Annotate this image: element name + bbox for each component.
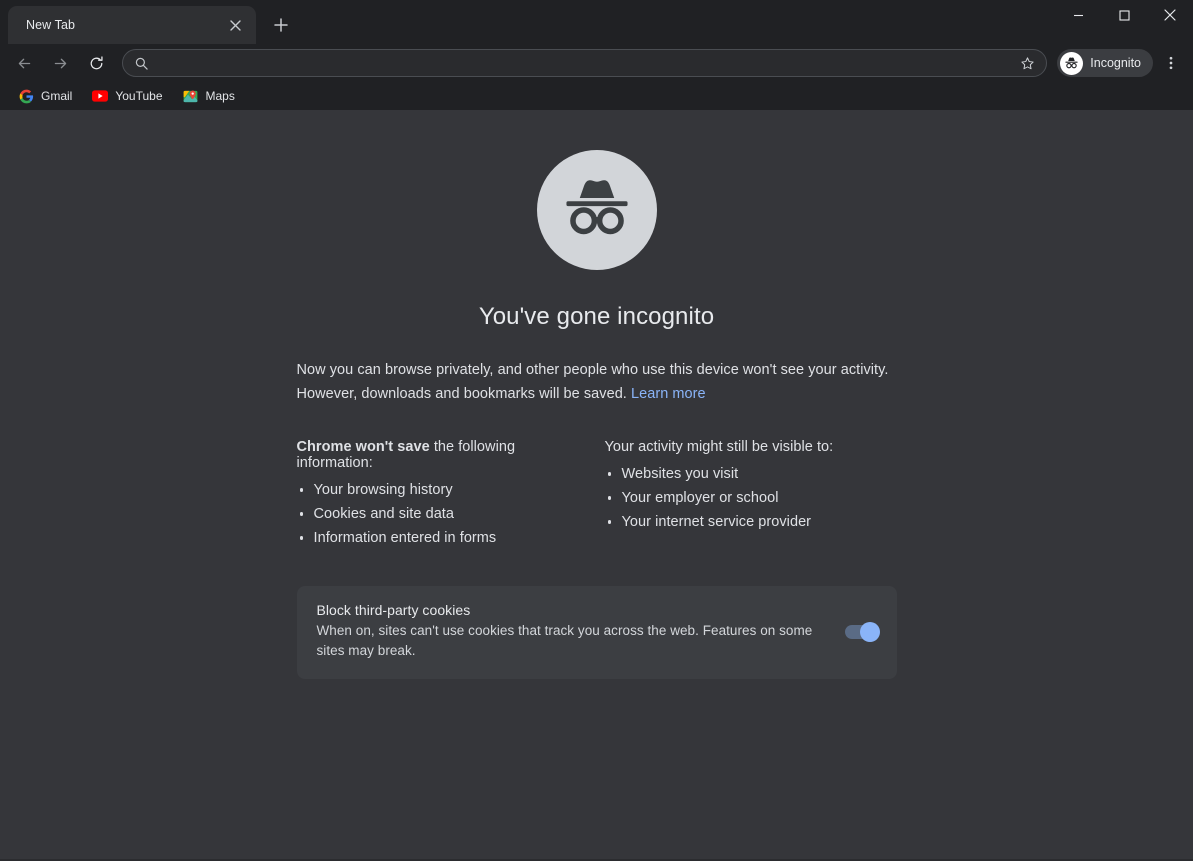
column-heading-rest: Your activity might still be visible to:: [604, 439, 834, 455]
incognito-content: You've gone incognito Now you can browse…: [296, 110, 897, 679]
incognito-glyph: [1065, 57, 1078, 68]
cookie-card-title: Block third-party cookies: [316, 602, 471, 618]
minimize-icon: [1073, 14, 1083, 16]
list-item: Websites you visit: [605, 464, 897, 484]
cookie-card-description: When on, sites can't use cookies that tr…: [316, 623, 813, 658]
page-title: You've gone incognito: [478, 303, 715, 330]
list-item: Your browsing history: [297, 480, 589, 500]
profile-chip-incognito[interactable]: Incognito: [1057, 49, 1153, 77]
gmail-icon: [18, 88, 34, 104]
maximize-button[interactable]: [1101, 0, 1147, 30]
close-icon: [1164, 9, 1176, 21]
column-heading-bold: Chrome won't save: [296, 439, 430, 455]
plus-icon: [274, 18, 288, 32]
browser-toolbar: Incognito: [0, 44, 1193, 82]
list-item: Your internet service provider: [605, 512, 897, 532]
reload-icon: [90, 55, 103, 69]
bookmark-label: Gmail: [41, 89, 73, 103]
list-item: Your employer or school: [605, 488, 897, 508]
incognito-icon: [1060, 51, 1084, 75]
bookmark-star-icon[interactable]: [1014, 50, 1040, 76]
youtube-icon: [92, 88, 109, 104]
learn-more-link[interactable]: Learn more: [631, 386, 706, 402]
bookmark-gmail[interactable]: Gmail: [10, 85, 80, 107]
list-item: Cookies and site data: [297, 504, 589, 524]
search-icon: [135, 57, 148, 70]
incognito-icon: [536, 150, 657, 270]
column-heading: Your activity might still be visible to:: [605, 439, 897, 455]
forward-button[interactable]: [45, 48, 75, 78]
info-columns: Chrome won't save the following informat…: [297, 439, 897, 552]
incognito-new-tab-page: You've gone incognito Now you can browse…: [0, 110, 1193, 861]
block-cookies-toggle[interactable]: [844, 621, 880, 642]
bookmark-youtube[interactable]: YouTube: [84, 85, 170, 107]
close-window-button[interactable]: [1147, 0, 1193, 30]
list-still-visible: Websites you visit Your employer or scho…: [605, 464, 897, 532]
arrow-left-icon: [18, 58, 30, 68]
bookmarks-bar: Gmail YouTube Maps: [0, 82, 1193, 110]
intro-line-1: Now you can browse privately, and other …: [296, 362, 889, 378]
back-button[interactable]: [9, 48, 39, 78]
intro-line-2: However, downloads and bookmarks will be…: [296, 386, 627, 402]
close-icon[interactable]: [224, 14, 246, 36]
toggle-knob: [859, 621, 880, 642]
bookmark-label: Maps: [205, 89, 235, 103]
column-not-saved: Chrome won't save the following informat…: [297, 439, 589, 552]
reload-button[interactable]: [81, 48, 111, 78]
chrome-menu-button[interactable]: [1157, 49, 1185, 77]
column-still-visible: Your activity might still be visible to:…: [605, 439, 897, 552]
column-heading: Chrome won't save the following informat…: [297, 439, 589, 471]
tab-new-tab[interactable]: New Tab: [8, 6, 256, 44]
bookmark-maps[interactable]: Maps: [175, 85, 243, 107]
bookmark-label: YouTube: [115, 89, 163, 103]
intro-paragraph: Now you can browse privately, and other …: [297, 358, 897, 406]
address-bar[interactable]: [122, 49, 1048, 77]
incognito-glyph: [565, 180, 628, 235]
tab-strip: New Tab: [0, 0, 296, 44]
tab-title: New Tab: [26, 18, 76, 32]
list-item: Information entered in forms: [297, 528, 589, 548]
list-not-saved: Your browsing history Cookies and site d…: [297, 480, 589, 548]
maps-icon: [183, 88, 199, 104]
new-tab-button[interactable]: [266, 10, 296, 40]
block-third-party-cookies-card: Block third-party cookies When on, sites…: [296, 586, 897, 679]
window-controls: [1055, 0, 1193, 30]
more-vertical-icon: [1169, 56, 1173, 70]
arrow-right-icon: [54, 58, 66, 68]
profile-chip-label: Incognito: [1090, 56, 1141, 70]
cookie-card-text: Block third-party cookies When on, sites…: [317, 602, 827, 661]
window-titlebar: New Tab: [0, 0, 1193, 44]
minimize-button[interactable]: [1055, 0, 1101, 30]
maximize-icon: [1118, 9, 1130, 21]
address-input[interactable]: [148, 55, 1015, 71]
